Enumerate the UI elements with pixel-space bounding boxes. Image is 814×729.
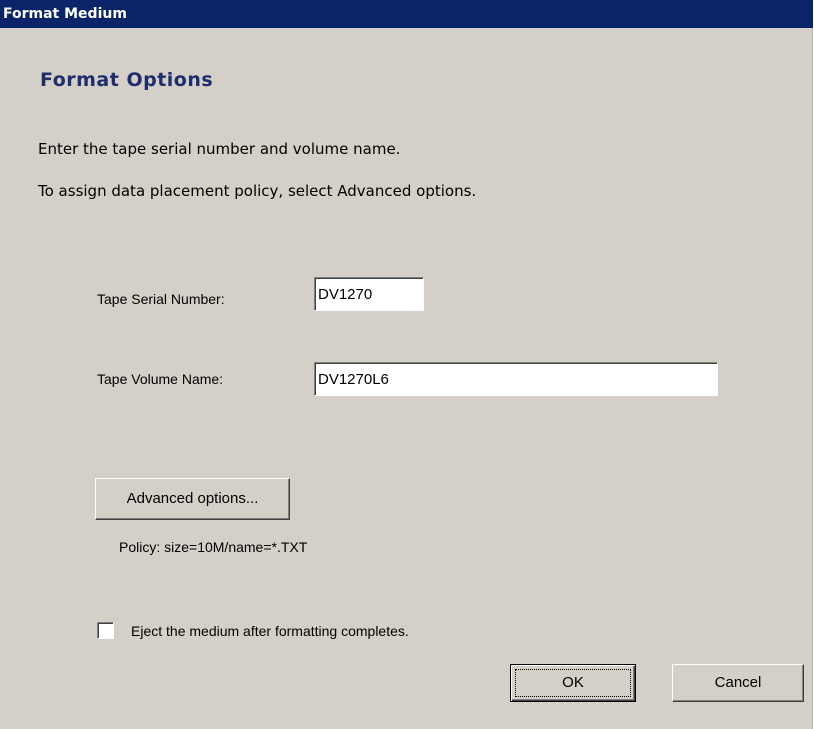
format-medium-dialog: Format Medium Format Options Enter the t… [0, 0, 813, 729]
tape-volume-name-input[interactable] [318, 368, 712, 390]
advanced-options-button[interactable]: Advanced options... [95, 478, 290, 520]
instruction-text: Enter the tape serial number and volume … [38, 140, 401, 158]
title-bar[interactable]: Format Medium [0, 0, 813, 28]
advanced-hint-text: To assign data placement policy, select … [38, 182, 477, 200]
page-heading: Format Options [40, 69, 214, 91]
window-title: Format Medium [3, 6, 127, 22]
tape-serial-number-input[interactable] [318, 283, 418, 305]
tape-volume-name-field[interactable] [314, 362, 718, 396]
tape-serial-number-label: Tape Serial Number: [97, 291, 225, 307]
ok-button-label: OK [562, 674, 584, 691]
tape-serial-number-field[interactable] [314, 277, 424, 311]
tape-volume-name-label: Tape Volume Name: [97, 371, 224, 387]
cancel-button[interactable]: Cancel [672, 664, 804, 702]
eject-medium-label[interactable]: Eject the medium after formatting comple… [131, 622, 409, 640]
ok-button[interactable]: OK [510, 664, 636, 702]
policy-text: Policy: size=10M/name=*.TXT [119, 539, 308, 555]
eject-medium-checkbox[interactable] [97, 622, 114, 639]
